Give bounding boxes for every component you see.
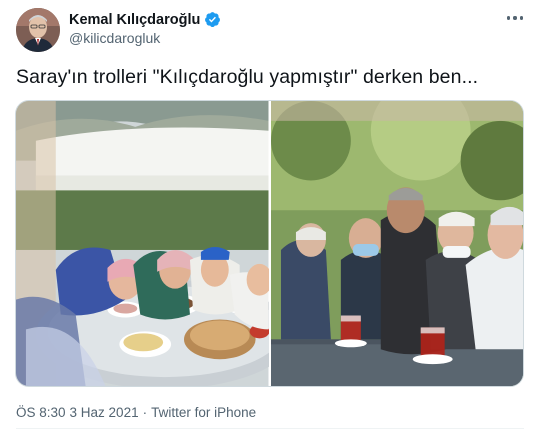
tweet-time[interactable]: ÖS 8:30 [16,405,66,420]
photo-1[interactable] [16,101,269,386]
meta-separator: · [142,405,148,420]
more-options-button[interactable] [504,10,526,26]
tweet-source[interactable]: Twitter for iPhone [151,405,256,420]
avatar[interactable] [16,8,60,52]
author-name-row[interactable]: Kemal Kılıçdaroğlu [69,11,221,28]
more-options-icon [506,16,511,20]
photo-2[interactable] [270,101,523,386]
tweet-meta: ÖS 8:30 3 Haz 2021 · Twitter for iPhone [16,405,256,420]
author-handle[interactable]: @kilicdarogluk [69,30,160,46]
more-options-icon-dot [513,16,517,20]
tweet-text: Saray'ın trolleri "Kılıçdaroğlu yapmıştı… [16,66,479,88]
tweet-date[interactable]: 3 Haz 2021 [70,405,139,420]
more-options-icon-dot [519,16,524,20]
verified-badge-icon [204,11,221,28]
tweet-card: Kemal Kılıçdaroğlu @kilicdarogluk Saray'… [0,0,540,429]
author-display-name[interactable]: Kemal Kılıçdaroğlu [69,12,200,28]
media-grid [15,100,524,387]
